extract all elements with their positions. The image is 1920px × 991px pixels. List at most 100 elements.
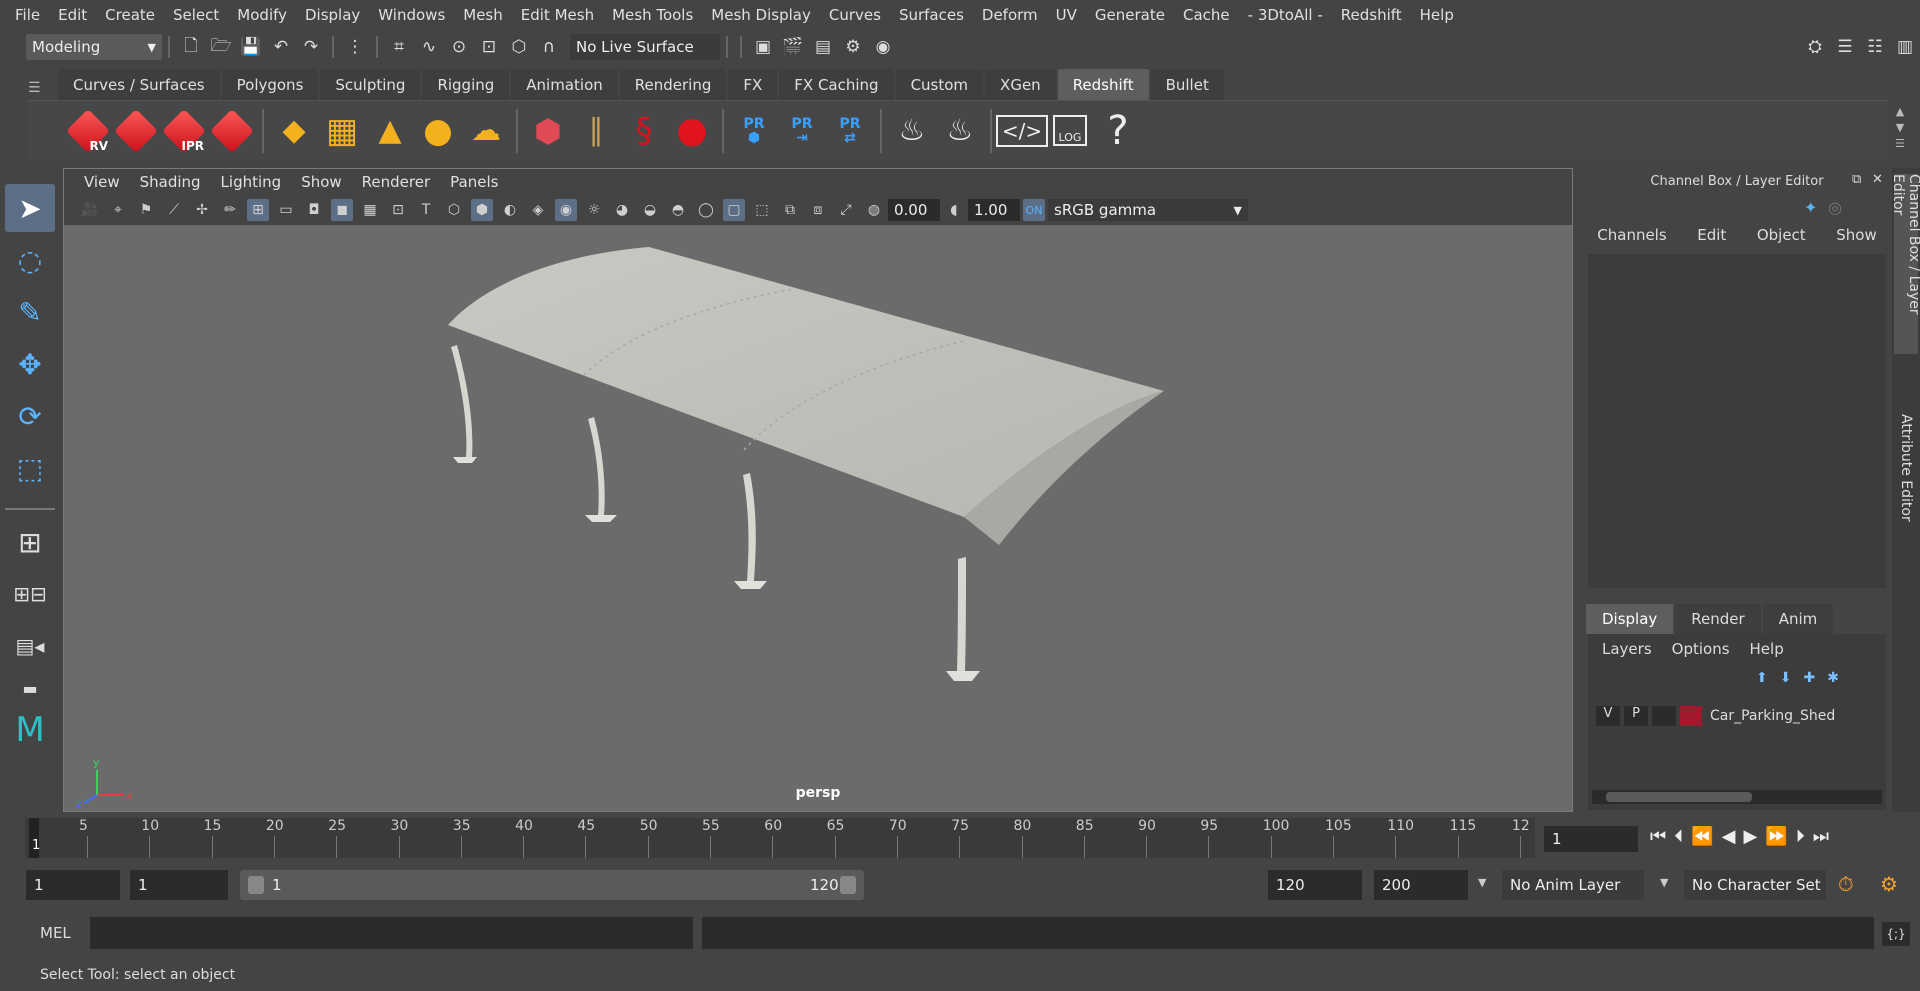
backface-icon[interactable]: ⤢ [835, 199, 857, 221]
antialias-icon[interactable]: ◓ [667, 199, 689, 221]
step-forward-key-icon[interactable]: ⏩ [1765, 826, 1787, 847]
rs-proxy-button[interactable]: ⬢ [526, 107, 570, 155]
pr-object-button[interactable]: PR ⬢ [732, 107, 776, 155]
tab-render[interactable]: Render [1675, 604, 1761, 634]
live-surface-field[interactable]: No Live Surface [570, 34, 720, 60]
pr-swap-button[interactable]: PR ⇄ [828, 107, 872, 155]
shadows-icon[interactable]: ☼ [583, 199, 605, 221]
rs-dome-light-button[interactable]: ● [416, 107, 460, 155]
command-language-label[interactable]: MEL [40, 924, 71, 942]
redshift-ipr-button[interactable]: IPR [161, 107, 207, 155]
snap-grid-icon[interactable]: ⌗ [387, 35, 411, 59]
vp-menu-renderer[interactable]: Renderer [352, 173, 440, 191]
move-layer-up-icon[interactable]: ⬆ [1756, 670, 1768, 686]
live-magnet-icon[interactable]: ∩ [537, 35, 561, 59]
menu-file[interactable]: File [6, 6, 49, 24]
play-forwards-icon[interactable]: ▶ [1743, 826, 1757, 847]
depth-of-field-icon[interactable]: ◯ [695, 199, 717, 221]
attribute-editor-toggle-icon[interactable]: ☰ [1833, 35, 1857, 59]
tab-redshift[interactable]: Redshift [1057, 69, 1149, 100]
camera-attributes-icon[interactable]: ⌖ [107, 199, 129, 221]
xray-icon[interactable]: ▢ [723, 199, 745, 221]
go-to-end-icon[interactable]: ⏭ [1813, 826, 1829, 847]
xray-joints-icon[interactable]: ⧉ [779, 199, 801, 221]
menu-cache[interactable]: Cache [1174, 6, 1239, 24]
playback-start-field[interactable]: 1 [130, 870, 228, 900]
pr-export-button[interactable]: PR ⇥ [780, 107, 824, 155]
rs-volume-button[interactable]: § [622, 107, 666, 155]
render-view-icon[interactable]: ▣ [751, 35, 775, 59]
snap-point-icon[interactable]: ⊙ [447, 35, 471, 59]
layer-menu-options[interactable]: Options [1672, 640, 1730, 658]
isolate-select-icon[interactable]: ⬚ [751, 199, 773, 221]
anim-layer-dropdown[interactable]: No Anim Layer [1502, 870, 1644, 900]
layer-visibility-toggle[interactable]: V [1596, 706, 1620, 726]
channel-key-icon[interactable]: ◎ [1828, 198, 1842, 217]
channel-sync-icon[interactable]: ✦ [1804, 198, 1817, 217]
shelf-scroll[interactable]: ▲ ▼ ☰ [1893, 104, 1907, 154]
modeling-toolkit-icon[interactable]: ⛭ [1803, 35, 1827, 59]
tab-sculpting[interactable]: Sculpting [320, 69, 421, 100]
rs-area-light-button[interactable]: ◆ [272, 107, 316, 155]
tab-fx-caching[interactable]: FX Caching [779, 69, 894, 100]
gamma-field[interactable]: 1.00 [968, 199, 1020, 221]
animation-start-field[interactable]: 1 [26, 870, 120, 900]
menu-create[interactable]: Create [96, 6, 164, 24]
character-set-dropdown[interactable]: No Character Set [1684, 870, 1826, 900]
tab-display[interactable]: Display [1586, 604, 1674, 634]
single-perspective-layout-button[interactable]: ⊞ [5, 518, 55, 566]
anim-layer-chevron-icon[interactable]: ▼ [1478, 876, 1486, 889]
rs-portal-light-button[interactable]: ▦ [320, 107, 364, 155]
bookmark-icon[interactable]: ⚑ [135, 199, 157, 221]
step-forward-frame-icon[interactable]: ⏵ [1796, 826, 1805, 847]
vp-menu-panels[interactable]: Panels [440, 173, 508, 191]
layer-playback-toggle[interactable]: P [1624, 706, 1648, 726]
safe-action-icon[interactable]: ⊡ [387, 199, 409, 221]
menu-modify[interactable]: Modify [228, 6, 296, 24]
tab-animation[interactable]: Animation [511, 69, 618, 100]
vp-menu-view[interactable]: View [74, 173, 130, 191]
mode-dropdown[interactable]: Modeling ▼ [26, 34, 162, 60]
tab-curves-surfaces[interactable]: Curves / Surfaces [58, 69, 220, 100]
filter-icon[interactable]: ⋮ [343, 35, 367, 59]
menu-edit-mesh[interactable]: Edit Mesh [512, 6, 603, 24]
image-plane-icon[interactable]: ⟋ [163, 199, 185, 221]
grid-icon[interactable]: ⊞ [247, 199, 269, 221]
bake-button[interactable]: ♨ [890, 107, 934, 155]
menu-edit[interactable]: Edit [49, 6, 96, 24]
use-all-lights-icon[interactable]: ◉ [555, 199, 577, 221]
tab-channel-box-layer-editor[interactable]: Channel Box / Layer Editor [1890, 174, 1920, 354]
outliner-layout-button[interactable]: ▤◂ [5, 622, 55, 670]
wireframe-icon[interactable]: ⬡ [443, 199, 465, 221]
resolution-gate-icon[interactable]: ◘ [303, 199, 325, 221]
bake-set-button[interactable]: ♨ [938, 107, 982, 155]
layer-menu-layers[interactable]: Layers [1602, 640, 1652, 658]
playback-end-field[interactable]: 120 [1268, 870, 1362, 900]
move-tool-button[interactable]: ✥ [5, 340, 55, 388]
go-to-start-icon[interactable]: ⏮ [1650, 826, 1666, 847]
viewport-canvas[interactable]: x y z persp [64, 225, 1572, 811]
exposure-field[interactable]: 0.00 [888, 199, 940, 221]
layer-name[interactable]: Car_Parking_Shed [1710, 708, 1835, 724]
close-icon[interactable]: ✕ [1872, 172, 1883, 187]
save-scene-icon[interactable]: 💾 [239, 35, 263, 59]
script-editor-icon[interactable]: {;} [1882, 922, 1910, 946]
menu-help[interactable]: Help [1411, 6, 1463, 24]
range-handle-left[interactable] [248, 876, 264, 894]
motion-blur-icon[interactable]: ◒ [639, 199, 661, 221]
ipr-render-icon[interactable]: ▤ [811, 35, 835, 59]
step-back-key-icon[interactable]: ⏪ [1691, 826, 1713, 847]
smooth-shade-icon[interactable]: ⬢ [471, 199, 493, 221]
render-settings-icon[interactable]: ⚙ [841, 35, 865, 59]
tab-bullet[interactable]: Bullet [1150, 69, 1224, 100]
cb-menu-edit[interactable]: Edit [1697, 226, 1726, 244]
exposure-icon[interactable]: ◍ [863, 199, 885, 221]
rs-sun-sky-button[interactable]: ☁ [464, 107, 508, 155]
camera-icon[interactable]: 🎥 [79, 199, 101, 221]
xray-active-icon[interactable]: ⧈ [807, 199, 829, 221]
grease-pencil-icon[interactable]: ✏ [219, 199, 241, 221]
tool-settings-toggle-icon[interactable]: ☷ [1863, 35, 1887, 59]
film-gate-icon[interactable]: ▭ [275, 199, 297, 221]
layer-type-toggle[interactable] [1652, 706, 1676, 726]
gamma-icon[interactable]: ◖ [943, 199, 965, 221]
